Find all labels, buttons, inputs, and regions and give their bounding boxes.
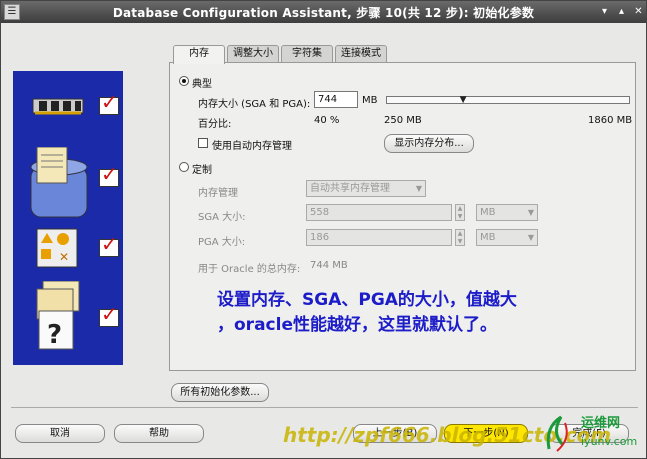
memory-management-value: 自动共享内存管理 xyxy=(310,183,390,194)
memory-management-select[interactable]: 自动共享内存管理 ▼ xyxy=(306,180,426,197)
svg-text:iyunv.com: iyunv.com xyxy=(581,435,637,448)
slider-thumb[interactable]: ▼ xyxy=(457,96,469,105)
svg-text:?: ? xyxy=(47,320,62,350)
svg-text:✕: ✕ xyxy=(59,250,69,264)
slider-min-label: 250 MB xyxy=(384,115,422,126)
documents-question-icon: ? xyxy=(36,281,80,350)
footer-separator xyxy=(11,407,638,408)
total-memory-value: 744 MB xyxy=(310,260,348,271)
sga-unit-select[interactable]: MB ▼ xyxy=(476,204,538,221)
amm-checkbox[interactable] xyxy=(198,138,208,148)
close-icon[interactable]: ✕ xyxy=(631,4,646,19)
svg-text:运维网: 运维网 xyxy=(581,415,620,431)
pga-size-spinner[interactable]: ▲ ▼ xyxy=(455,229,465,246)
slider-max-label: 1860 MB xyxy=(588,115,633,126)
step-check-icon: ✓ xyxy=(99,162,119,187)
tab-sizing[interactable]: 调整大小 xyxy=(227,45,279,63)
maximize-icon[interactable]: ▴ xyxy=(614,4,629,19)
chevron-down-icon: ▼ xyxy=(527,208,534,217)
custom-radio[interactable] xyxy=(179,162,189,172)
sga-size-spinner[interactable]: ▲ ▼ xyxy=(455,204,465,221)
pga-size-label: PGA 大小: xyxy=(198,237,246,248)
dbca-window: ☰ Database Configuration Assistant, 步骤 1… xyxy=(0,0,647,459)
step-illustration-panel: ✓ ✓ ✕ ✓ ? ✓ xyxy=(13,71,123,365)
pga-unit-value: MB xyxy=(480,232,496,243)
tab-memory[interactable]: 内存 xyxy=(173,45,225,64)
step-check-icon: ✓ xyxy=(99,302,119,327)
pga-size-input[interactable]: 186 xyxy=(306,229,452,246)
pga-unit-select[interactable]: MB ▼ xyxy=(476,229,538,246)
sga-size-input[interactable]: 558 xyxy=(306,204,452,221)
typical-radio[interactable] xyxy=(179,76,189,86)
chevron-down-icon: ▼ xyxy=(527,233,534,242)
site-logo: 运维网 iyunv.com xyxy=(546,415,637,452)
memory-chip-icon xyxy=(32,98,84,115)
shapes-icon: ✕ xyxy=(36,228,78,268)
total-memory-label: 用于 Oracle 的总内存: xyxy=(198,264,301,275)
tab-character-sets[interactable]: 字符集 xyxy=(281,45,333,63)
title-bar: ☰ Database Configuration Assistant, 步骤 1… xyxy=(1,1,646,23)
tab-connection-mode[interactable]: 连接模式 xyxy=(335,45,387,63)
sga-size-label: SGA 大小: xyxy=(198,212,246,223)
custom-label: 定制 xyxy=(192,165,212,176)
memory-size-label: 内存大小 (SGA 和 PGA): xyxy=(198,99,311,110)
window-title: Database Configuration Assistant, 步骤 10(… xyxy=(112,6,535,20)
annotation-line-1: 设置内存、SGA、PGA的大小，值越大 xyxy=(217,290,517,310)
percent-label: 百分比: xyxy=(198,119,232,130)
amm-label: 使用自动内存管理 xyxy=(212,141,292,152)
cancel-button[interactable]: 取消 xyxy=(15,424,105,443)
all-init-params-button[interactable]: 所有初始化参数... xyxy=(171,383,269,402)
percent-value: 40 % xyxy=(314,115,340,126)
show-memory-distribution-button[interactable]: 显示内存分布... xyxy=(384,134,474,153)
annotation-line-2: ，oracle性能越好，这里就默认了。 xyxy=(217,315,497,335)
typical-label: 典型 xyxy=(192,79,212,90)
minimize-icon[interactable]: ▾ xyxy=(597,4,612,19)
memory-slider[interactable]: ▼ xyxy=(386,96,630,105)
step-check-icon: ✓ xyxy=(99,232,119,257)
database-folder-icon xyxy=(30,147,88,218)
memory-size-input[interactable]: 744 xyxy=(314,91,358,108)
memory-size-unit: MB xyxy=(362,95,378,106)
step-check-icon: ✓ xyxy=(99,90,119,115)
chevron-down-icon: ▼ xyxy=(415,184,422,193)
help-button[interactable]: 帮助 xyxy=(114,424,204,443)
sga-unit-value: MB xyxy=(480,207,496,218)
memory-management-label: 内存管理 xyxy=(198,188,238,199)
